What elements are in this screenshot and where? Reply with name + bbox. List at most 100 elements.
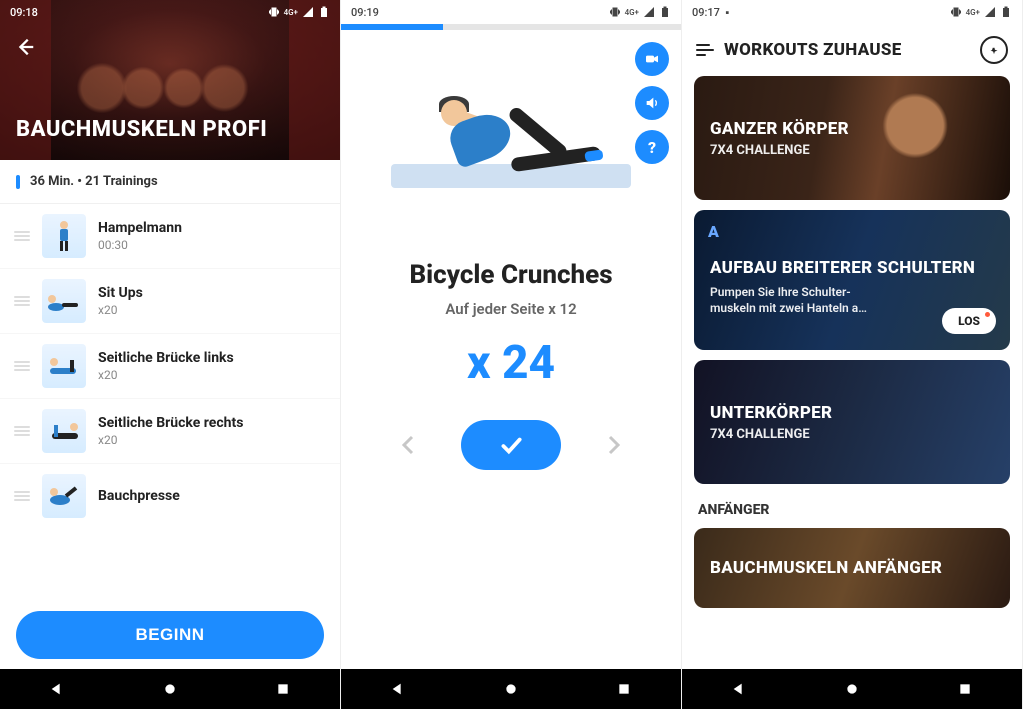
check-icon [498,432,524,458]
nav-home-button[interactable] [501,679,521,699]
card-abs-beginner[interactable]: BAUCHMUSKELN ANFÄNGER [694,528,1010,608]
nav-recent-button[interactable] [614,679,634,699]
nav-recent-button[interactable] [955,679,975,699]
back-button[interactable] [14,36,36,58]
exercise-name: Seitliche Brücke rechts [98,415,243,431]
status-icons: 4G+ [268,6,330,18]
android-nav-bar [341,669,681,709]
android-nav-bar [0,669,340,709]
workout-stats: 36 Min. • 21 Trainings [0,160,340,204]
compass-icon [987,43,1001,57]
exercise-meta: Hampelmann 00:30 [98,220,182,252]
discover-button[interactable] [980,36,1008,64]
status-bar: 09:19 4G+ [341,0,681,24]
chevron-right-icon [601,431,625,459]
exercise-name: Bicycle Crunches [341,260,681,290]
card-title: GANZER KÖRPER [710,119,994,139]
exercise-illustration [341,30,681,210]
exercise-sub: x20 [98,368,234,382]
nav-back-button[interactable] [388,679,408,699]
begin-button-wrap: BEGINN [0,601,340,669]
status-icons: 4G+ [950,6,1012,18]
card-full-body[interactable]: GANZER KÖRPER 7X4 CHALLENGE [694,76,1010,200]
exercise-meta: Bauchpresse [98,488,180,504]
exercise-thumb [42,409,86,453]
workout-cards[interactable]: GANZER KÖRPER 7X4 CHALLENGE A AUFBAU BRE… [682,76,1022,608]
home-header: WORKOUTS ZUHAUSE [682,24,1022,76]
drag-handle-icon[interactable] [14,296,30,306]
card-sub: 7X4 CHALLENGE [710,143,994,158]
exercise-name: Bauchpresse [98,488,180,504]
card-go-button[interactable]: LOS [942,308,996,334]
accent-tick-icon [16,175,20,189]
exercise-thumb [42,344,86,388]
signal-icon [984,6,996,18]
card-shoulders[interactable]: A AUFBAU BREITERER SCHULTERN Pumpen Sie … [694,210,1010,350]
signal-icon [302,6,314,18]
exercise-item[interactable]: Bauchpresse [0,464,340,528]
nav-home-button[interactable] [842,679,862,699]
exercise-sub: x20 [98,303,143,317]
status-bar: 09:17 ▪ 4G+ [682,0,1022,24]
card-title: AUFBAU BREITERER SCHULTERN [710,258,994,278]
exercise-sub: x20 [98,433,243,447]
chevron-left-icon [397,431,421,459]
page-title: WORKOUTS ZUHAUSE [724,40,980,60]
vibrate-icon [950,6,962,18]
card-lower-body[interactable]: UNTERKÖRPER 7X4 CHALLENGE [694,360,1010,484]
menu-button[interactable] [696,44,714,56]
android-nav-bar [682,669,1022,709]
card-desc: Pumpen Sie Ihre Schulter- muskeln mit zw… [710,284,909,316]
exercise-subline: Auf jeder Seite x 12 [341,300,681,318]
workout-hero: BAUCHMUSKELN PROFI [0,0,340,160]
brand-a-icon: A [708,222,719,241]
exercise-sub: 00:30 [98,238,182,252]
battery-icon [318,6,330,18]
exercise-thumb [42,474,86,518]
exercise-name: Hampelmann [98,220,182,236]
status-time: 09:17 ▪ [692,6,729,19]
screen-workout-detail: 09:18 4G+ BAUCHMUSKELN PROFI 36 Min. • 2… [0,0,341,709]
exercise-meta: Sit Ups x20 [98,285,143,317]
status-time: 09:19 [351,6,379,19]
nav-back-button[interactable] [47,679,67,699]
exercise-name: Seitliche Brücke links [98,350,234,366]
exercise-item[interactable]: Seitliche Brücke rechts x20 [0,399,340,464]
workout-title: BAUCHMUSKELN PROFI [16,117,267,142]
exercise-item[interactable]: Sit Ups x20 [0,269,340,334]
prev-button[interactable] [397,431,421,459]
exercise-body: ? Bicycle Crunches Auf jeder Seite x 12 … [341,0,681,669]
exercise-item[interactable]: Seitliche Brücke links x20 [0,334,340,399]
nav-back-button[interactable] [729,679,749,699]
next-button[interactable] [601,431,625,459]
network-label: 4G+ [625,8,639,17]
nav-home-button[interactable] [160,679,180,699]
exercise-controls [341,420,681,470]
drag-handle-icon[interactable] [14,231,30,241]
exercise-thumb [42,214,86,258]
exercise-meta: Seitliche Brücke rechts x20 [98,415,243,447]
drag-handle-icon[interactable] [14,426,30,436]
done-button[interactable] [461,420,561,470]
category-label: ANFÄNGER [698,502,1006,518]
battery-icon [1000,6,1012,18]
drag-handle-icon[interactable] [14,361,30,371]
vibrate-icon [609,6,621,18]
card-title: BAUCHMUSKELN ANFÄNGER [710,558,994,578]
card-sub: 7X4 CHALLENGE [710,427,994,442]
arrow-left-icon [14,36,36,58]
vibrate-icon [268,6,280,18]
begin-button[interactable]: BEGINN [16,611,324,659]
exercise-item[interactable]: Hampelmann 00:30 [0,204,340,269]
exercise-thumb [42,279,86,323]
card-title: UNTERKÖRPER [710,403,994,423]
exercise-list[interactable]: Hampelmann 00:30 Sit Ups x20 Seitliche B… [0,204,340,601]
status-time: 09:18 [10,6,38,19]
exercise-count: x 24 [341,336,681,390]
drag-handle-icon[interactable] [14,491,30,501]
network-label: 4G+ [966,8,980,17]
signal-icon [643,6,655,18]
workout-stats-text: 36 Min. • 21 Trainings [30,174,158,189]
status-bar: 09:18 4G+ [0,0,340,24]
nav-recent-button[interactable] [273,679,293,699]
